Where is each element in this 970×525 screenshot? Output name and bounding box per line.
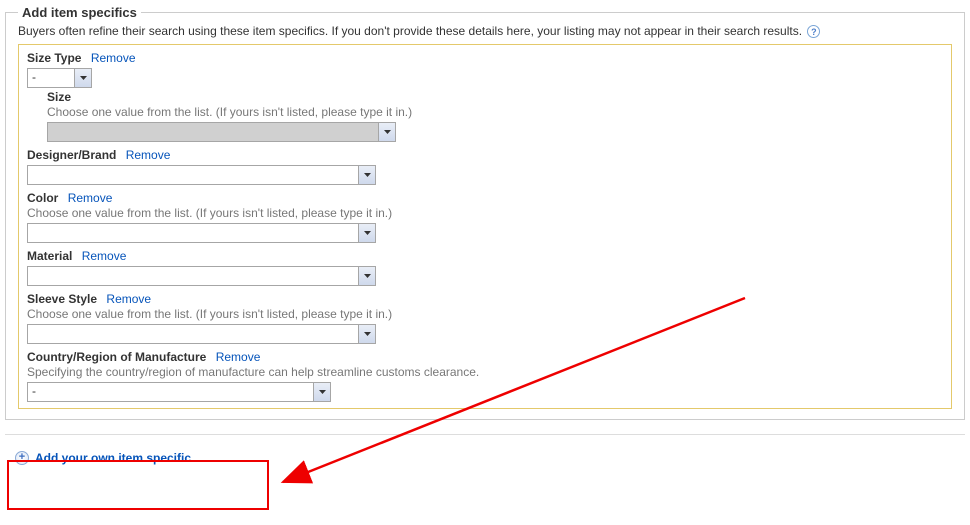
field-color: Color Remove Choose one value from the l… [27, 191, 943, 245]
country-select[interactable]: - [27, 382, 331, 402]
sleeve-style-select[interactable] [27, 324, 376, 344]
chevron-down-icon[interactable] [313, 383, 330, 401]
select-value [28, 267, 358, 285]
field-material: Material Remove [27, 249, 943, 288]
help-icon[interactable]: ? [807, 25, 820, 38]
field-size-type: Size Type Remove - Size Choose one value… [27, 51, 943, 144]
size-type-select[interactable]: - [27, 68, 92, 88]
select-value: - [28, 383, 313, 401]
field-sleeve-style: Sleeve Style Remove Choose one value fro… [27, 292, 943, 346]
color-select[interactable] [27, 223, 376, 243]
remove-link-material[interactable]: Remove [82, 249, 127, 263]
add-item-specifics-panel: Add item specifics Buyers often refine t… [5, 12, 965, 420]
field-label: Designer/Brand [27, 148, 116, 162]
remove-link-color[interactable]: Remove [68, 191, 113, 205]
add-link-label: Add your own item specific [35, 451, 191, 465]
size-select[interactable] [47, 122, 396, 142]
remove-link-sleeve-style[interactable]: Remove [106, 292, 151, 306]
remove-link-size-type[interactable]: Remove [91, 51, 136, 65]
field-hint: Choose one value from the list. (If your… [27, 307, 943, 321]
field-designer-brand: Designer/Brand Remove [27, 148, 943, 187]
remove-link-designer-brand[interactable]: Remove [126, 148, 171, 162]
field-hint: Choose one value from the list. (If your… [47, 105, 943, 119]
chevron-down-icon[interactable] [358, 267, 375, 285]
select-value [48, 123, 378, 141]
chevron-down-icon[interactable] [378, 123, 395, 141]
field-label: Size Type [27, 51, 81, 65]
field-label: Size [47, 90, 943, 104]
select-value [28, 325, 358, 343]
field-label: Country/Region of Manufacture [27, 350, 206, 364]
field-hint: Specifying the country/region of manufac… [27, 365, 943, 379]
designer-brand-select[interactable] [27, 165, 376, 185]
field-label: Material [27, 249, 72, 263]
material-select[interactable] [27, 266, 376, 286]
field-label: Color [27, 191, 58, 205]
plus-icon: + [15, 451, 29, 465]
field-hint: Choose one value from the list. (If your… [27, 206, 943, 220]
add-your-own-item-specific-link[interactable]: + Add your own item specific [15, 451, 191, 465]
chevron-down-icon[interactable] [358, 325, 375, 343]
chevron-down-icon[interactable] [358, 224, 375, 242]
field-label: Sleeve Style [27, 292, 97, 306]
specifics-container: Size Type Remove - Size Choose one value… [18, 44, 952, 409]
field-country: Country/Region of Manufacture Remove Spe… [27, 350, 943, 402]
panel-legend: Add item specifics [18, 5, 141, 20]
select-value [28, 224, 358, 242]
panel-description: Buyers often refine their search using t… [18, 24, 952, 38]
select-value: - [28, 69, 74, 87]
chevron-down-icon[interactable] [358, 166, 375, 184]
remove-link-country[interactable]: Remove [216, 350, 261, 364]
field-size: Size Choose one value from the list. (If… [47, 90, 943, 144]
chevron-down-icon[interactable] [74, 69, 91, 87]
add-specific-row: + Add your own item specific [5, 434, 965, 477]
select-value [28, 166, 358, 184]
